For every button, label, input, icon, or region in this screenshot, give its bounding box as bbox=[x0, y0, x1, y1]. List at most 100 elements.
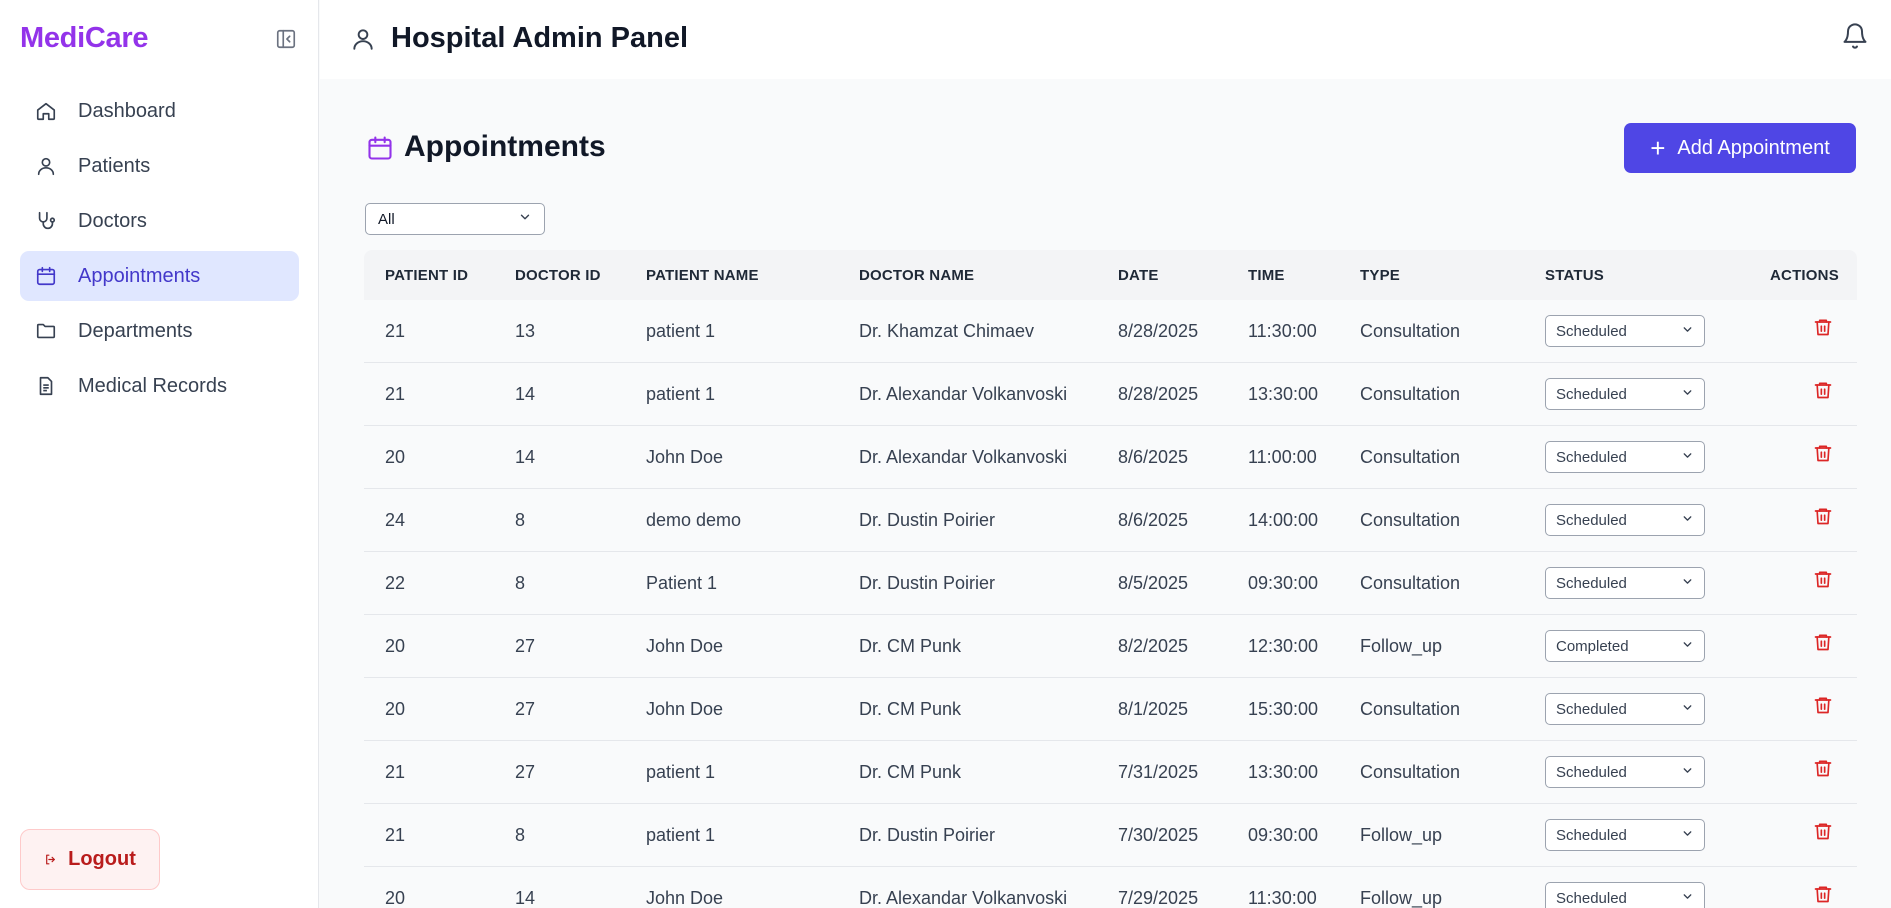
time-cell: 13:30:00 bbox=[1248, 762, 1319, 782]
status-select[interactable]: Completed bbox=[1545, 630, 1705, 662]
table-row: 21 8 patient 1 Dr. Dustin Poirier 7/30/2025 0… bbox=[364, 804, 1857, 867]
type-cell: Consultation bbox=[1360, 762, 1461, 782]
status-value: Scheduled bbox=[1556, 700, 1627, 718]
date-cell: 8/6/2025 bbox=[1118, 510, 1189, 530]
time-cell: 11:00:00 bbox=[1248, 447, 1317, 467]
status-select[interactable]: Scheduled bbox=[1545, 693, 1705, 725]
sidebar-nav: Dashboard Patients Doctors Appointments … bbox=[20, 86, 299, 416]
doctor-name-cell: Dr. Alexandar Volkanvoski bbox=[859, 888, 1068, 908]
trash-icon[interactable] bbox=[1813, 568, 1835, 592]
doctor-name-cell: Dr. Dustin Poirier bbox=[859, 573, 996, 593]
chevron-down-icon bbox=[1681, 827, 1694, 844]
time-cell: 14:00:00 bbox=[1248, 510, 1319, 530]
doctor-id-cell: 8 bbox=[515, 573, 526, 593]
sidebar-collapse-icon[interactable] bbox=[274, 27, 298, 51]
sidebar-item-appointments[interactable]: Appointments bbox=[20, 251, 299, 301]
sidebar-item-patients[interactable]: Patients bbox=[20, 141, 299, 191]
time-cell: 13:30:00 bbox=[1248, 384, 1319, 404]
type-cell: Consultation bbox=[1360, 699, 1461, 719]
patient-name-cell: patient 1 bbox=[646, 762, 716, 782]
status-value: Scheduled bbox=[1556, 448, 1627, 466]
patient-name-cell: demo demo bbox=[646, 510, 742, 530]
status-select[interactable]: Scheduled bbox=[1545, 378, 1705, 410]
doctor-name-cell: Dr. CM Punk bbox=[859, 699, 962, 719]
column-header: DOCTOR NAME bbox=[859, 267, 975, 284]
column-header: PATIENT NAME bbox=[646, 267, 759, 284]
stethoscope-icon bbox=[34, 209, 58, 233]
trash-icon[interactable] bbox=[1813, 820, 1835, 844]
trash-icon[interactable] bbox=[1813, 442, 1835, 466]
status-select[interactable]: Scheduled bbox=[1545, 756, 1705, 788]
logout-button[interactable]: Logout bbox=[20, 829, 160, 890]
status-value: Scheduled bbox=[1556, 322, 1627, 340]
doctor-id-cell: 8 bbox=[515, 510, 526, 530]
home-icon bbox=[34, 99, 58, 123]
trash-icon[interactable] bbox=[1813, 379, 1835, 403]
doctor-id-cell: 27 bbox=[515, 699, 536, 719]
add-appointment-label: Add Appointment bbox=[1677, 136, 1830, 159]
type-cell: Consultation bbox=[1360, 384, 1461, 404]
date-cell: 7/30/2025 bbox=[1118, 825, 1199, 845]
column-header: TIME bbox=[1248, 267, 1285, 284]
brand-logo[interactable]: MediCare bbox=[20, 22, 148, 55]
add-appointment-button[interactable]: + Add Appointment bbox=[1624, 123, 1856, 173]
table-row: 20 14 John Doe Dr. Alexandar Volkanvoski 8/6… bbox=[364, 426, 1857, 489]
column-header: DATE bbox=[1118, 267, 1159, 284]
doctor-id-cell: 27 bbox=[515, 762, 536, 782]
patient-id-cell: 24 bbox=[385, 510, 406, 530]
status-select[interactable]: Scheduled bbox=[1545, 567, 1705, 599]
filter-value: All bbox=[378, 210, 395, 228]
doctor-name-cell: Dr. Alexandar Volkanvoski bbox=[859, 447, 1068, 467]
sidebar-item-medical-records[interactable]: Medical Records bbox=[20, 361, 299, 411]
patient-name-cell: patient 1 bbox=[646, 825, 716, 845]
folder-icon bbox=[34, 319, 58, 343]
table-row: 21 27 patient 1 Dr. CM Punk 7/31/2025 13:30:0… bbox=[364, 741, 1857, 804]
trash-icon[interactable] bbox=[1813, 505, 1835, 529]
status-filter-select[interactable]: All bbox=[365, 203, 545, 235]
type-cell: Follow_up bbox=[1360, 825, 1443, 845]
doctor-id-cell: 14 bbox=[515, 888, 536, 908]
status-value: Scheduled bbox=[1556, 763, 1627, 781]
sidebar-item-label: Doctors bbox=[78, 209, 147, 232]
doctor-name-cell: Dr. Dustin Poirier bbox=[859, 825, 996, 845]
trash-icon[interactable] bbox=[1813, 883, 1835, 907]
type-cell: Follow_up bbox=[1360, 888, 1443, 908]
sidebar-item-dashboard[interactable]: Dashboard bbox=[20, 86, 299, 136]
date-cell: 7/29/2025 bbox=[1118, 888, 1199, 908]
status-select[interactable]: Scheduled bbox=[1545, 504, 1705, 536]
doctor-id-cell: 13 bbox=[515, 321, 536, 341]
trash-icon[interactable] bbox=[1813, 757, 1835, 781]
chevron-down-icon bbox=[1681, 638, 1694, 655]
date-cell: 8/5/2025 bbox=[1118, 573, 1189, 593]
status-value: Completed bbox=[1556, 637, 1629, 655]
calendar-icon bbox=[34, 264, 58, 288]
time-cell: 12:30:00 bbox=[1248, 636, 1319, 656]
status-select[interactable]: Scheduled bbox=[1545, 315, 1705, 347]
doctor-id-cell: 27 bbox=[515, 636, 536, 656]
patient-id-cell: 21 bbox=[385, 825, 406, 845]
chevron-down-icon bbox=[1681, 512, 1694, 529]
trash-icon[interactable] bbox=[1813, 316, 1835, 340]
type-cell: Consultation bbox=[1360, 510, 1461, 530]
time-cell: 11:30:00 bbox=[1248, 888, 1317, 908]
sidebar-item-doctors[interactable]: Doctors bbox=[20, 196, 299, 246]
date-cell: 8/28/2025 bbox=[1118, 321, 1199, 341]
table-header: PATIENT ID DOCTOR ID PATIENT NAME DOCTOR… bbox=[364, 250, 1857, 300]
sidebar-item-label: Departments bbox=[78, 319, 193, 342]
chevron-down-icon bbox=[518, 210, 532, 228]
status-select[interactable]: Scheduled bbox=[1545, 882, 1705, 908]
table-row: 24 8 demo demo Dr. Dustin Poirier 8/6/2025 14… bbox=[364, 489, 1857, 552]
trash-icon[interactable] bbox=[1813, 694, 1835, 718]
chevron-down-icon bbox=[1681, 764, 1694, 781]
bell-icon[interactable] bbox=[1841, 22, 1869, 50]
patient-name-cell: John Doe bbox=[646, 447, 724, 467]
type-cell: Follow_up bbox=[1360, 636, 1443, 656]
sidebar-item-departments[interactable]: Departments bbox=[20, 306, 299, 356]
status-select[interactable]: Scheduled bbox=[1545, 819, 1705, 851]
trash-icon[interactable] bbox=[1813, 631, 1835, 655]
chevron-down-icon bbox=[1681, 449, 1694, 466]
table-row: 22 8 Patient 1 Dr. Dustin Poirier 8/5/2025 09… bbox=[364, 552, 1857, 615]
table-row: 20 14 John Doe Dr. Alexandar Volkanvoski 7/2… bbox=[364, 867, 1857, 908]
status-select[interactable]: Scheduled bbox=[1545, 441, 1705, 473]
patient-id-cell: 20 bbox=[385, 636, 406, 656]
